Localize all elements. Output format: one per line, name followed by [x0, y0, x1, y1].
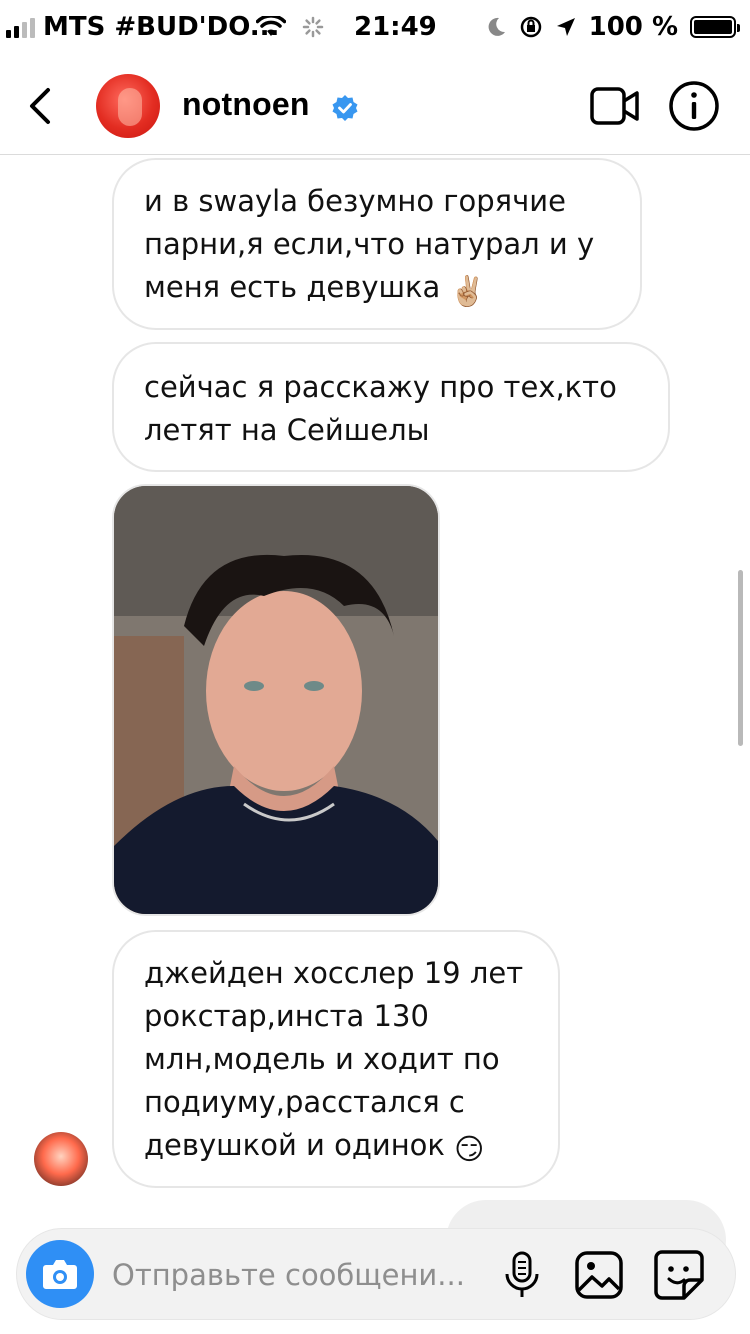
back-chevron-icon[interactable]	[22, 84, 62, 128]
clock: 21:49	[354, 12, 437, 42]
wifi-icon	[256, 16, 286, 36]
status-bar: MTS #BUD'DO... 21:49 100 %	[0, 0, 750, 56]
location-arrow-icon	[556, 18, 575, 36]
sender-avatar[interactable]	[34, 1132, 88, 1186]
status-right: 100 %	[485, 12, 740, 42]
loading-spinner-icon	[302, 16, 324, 38]
profile-username[interactable]: notnoen	[182, 86, 310, 123]
moon-icon	[488, 17, 505, 36]
microphone-icon[interactable]	[500, 1250, 544, 1300]
info-icon[interactable]	[668, 80, 720, 132]
photo-message[interactable]	[112, 484, 440, 916]
message-text: сейчас я расскажу про тех,кто летят на С…	[144, 370, 617, 447]
smirk-emoji: 😏	[454, 1132, 485, 1166]
message-bubble[interactable]: сейчас я расскажу про тех,кто летят на С…	[112, 342, 670, 472]
sticker-icon[interactable]	[652, 1248, 706, 1302]
victory-hand-emoji: ✌🏼	[449, 274, 486, 308]
message-bubble[interactable]: и в swayla безумно горячие парни,я если,…	[112, 158, 642, 330]
orientation-lock-icon	[520, 16, 541, 38]
battery-icon	[690, 16, 740, 38]
gallery-icon[interactable]	[574, 1250, 624, 1300]
signal-icon	[6, 16, 35, 38]
scrollbar[interactable]	[738, 570, 743, 746]
verified-badge-icon	[332, 95, 358, 121]
chat-header: notnoen	[0, 56, 750, 155]
profile-avatar[interactable]	[96, 74, 160, 138]
battery-percent: 100 %	[588, 12, 678, 42]
video-call-icon[interactable]	[590, 86, 640, 126]
status-center: 21:49	[256, 12, 437, 42]
camera-icon	[43, 1260, 77, 1289]
status-left: MTS #BUD'DO...	[6, 12, 279, 42]
camera-button[interactable]	[26, 1240, 94, 1308]
message-text: и в swayla безумно горячие парни,я если,…	[144, 184, 595, 304]
message-input[interactable]: Отправьте сообщени...	[112, 1258, 465, 1292]
carrier-label: MTS #BUD'DO...	[43, 12, 280, 42]
message-bubble[interactable]: джейден хосслер 19 лет рокстар,инста 130…	[112, 930, 560, 1188]
selfie-photo	[114, 486, 438, 914]
